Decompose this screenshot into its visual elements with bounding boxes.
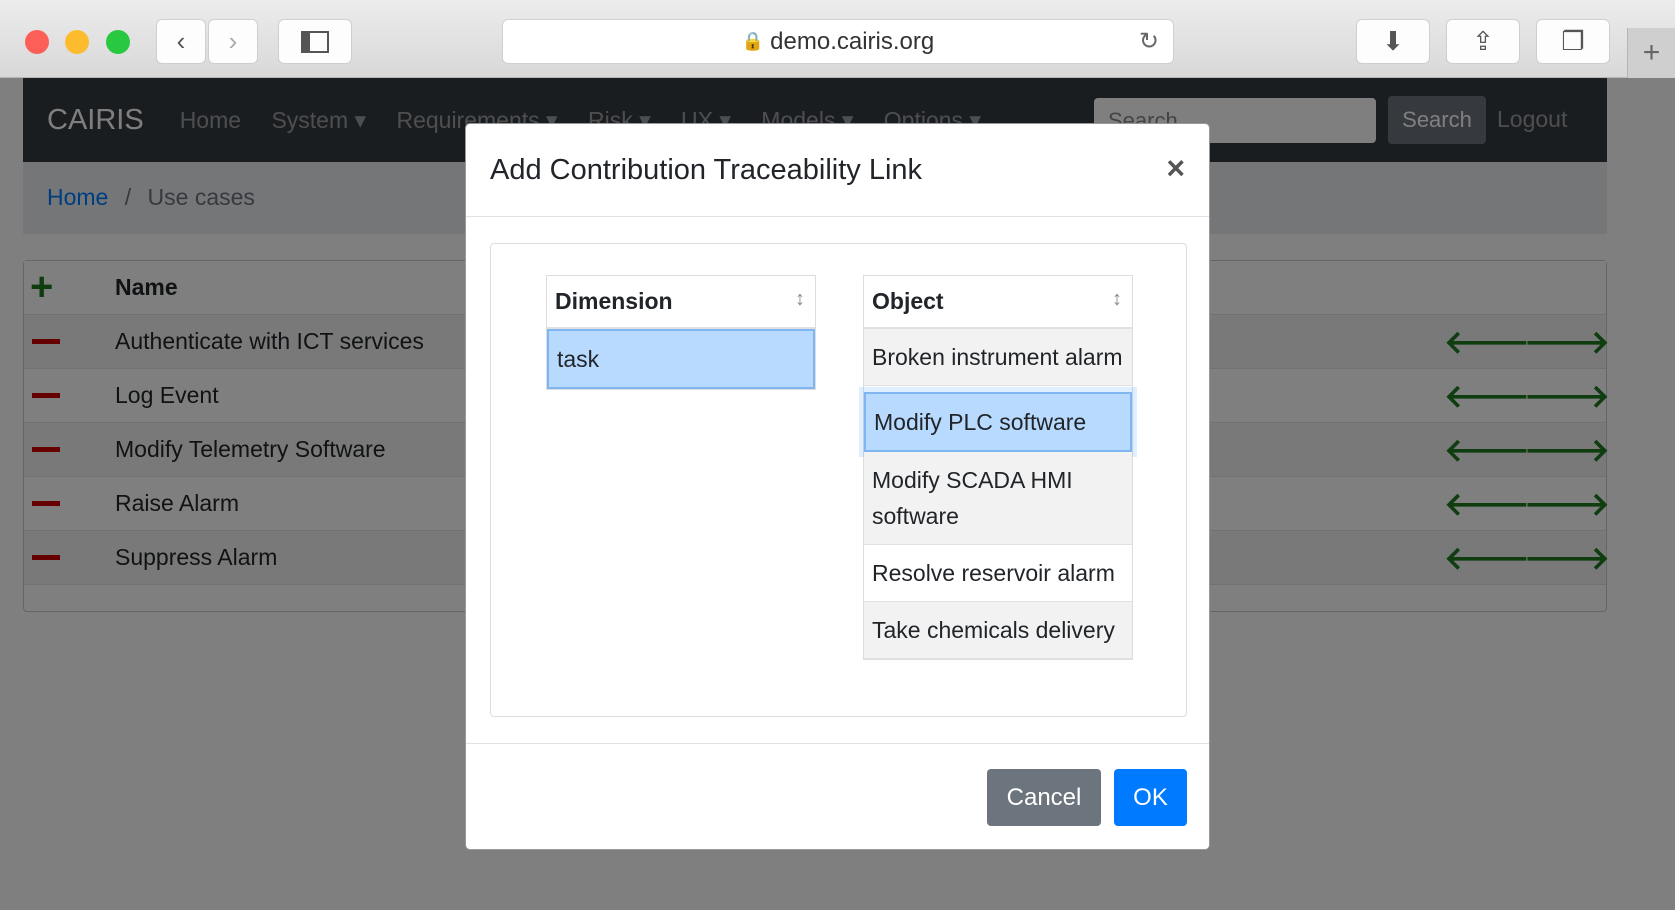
tabs-button[interactable]: ❐ [1536, 19, 1610, 64]
new-tab-button[interactable]: + [1627, 28, 1675, 78]
object-row-selected[interactable]: Modify PLC software [864, 392, 1132, 452]
maximize-window-button[interactable] [106, 30, 130, 54]
dimension-header[interactable]: Dimension ↕ [547, 276, 815, 329]
close-icon[interactable]: × [1166, 150, 1185, 187]
dimension-header-label: Dimension [555, 288, 673, 314]
minimize-window-button[interactable] [65, 30, 89, 54]
url-text: demo.cairis.org [770, 27, 935, 55]
lock-icon: 🔒 [741, 31, 765, 51]
download-icon: ⬇ [1382, 26, 1404, 56]
object-row[interactable]: Broken instrument alarm [864, 329, 1132, 386]
reload-icon: ↻ [1138, 28, 1159, 55]
object-table: Object ↕ Broken instrument alarm Modify P… [863, 275, 1133, 660]
back-button[interactable]: ‹ [156, 19, 206, 64]
chevron-left-icon: ‹ [176, 26, 186, 56]
object-row[interactable]: Take chemicals delivery [864, 602, 1132, 659]
modal-panel: Dimension ↕ task Object ↕ Broken instrumen… [490, 243, 1187, 717]
add-contribution-link-dialog: Add Contribution Traceability Link × Dim… [465, 123, 1210, 850]
browser-toolbar: ‹ › 🔒 demo.cairis.org ↻ ⬇ ⇪ ❐ + [0, 0, 1675, 78]
dimension-table: Dimension ↕ task [546, 275, 816, 390]
object-header-label: Object [872, 288, 944, 314]
dimension-row[interactable]: task [547, 329, 815, 389]
share-button[interactable]: ⇪ [1446, 19, 1520, 64]
modal-footer: Cancel OK [466, 743, 1209, 850]
object-row[interactable]: Resolve reservoir alarm [864, 545, 1132, 602]
object-header[interactable]: Object ↕ [864, 276, 1132, 329]
sort-icon[interactable]: ↕ [795, 288, 805, 311]
sidebar-icon [301, 30, 329, 53]
sort-icon[interactable]: ↕ [1112, 288, 1122, 311]
modal-title: Add Contribution Traceability Link [490, 154, 923, 186]
chevron-right-icon: › [228, 26, 238, 56]
sidebar-toggle-button[interactable] [278, 19, 352, 64]
modal-header: Add Contribution Traceability Link × [466, 124, 1209, 217]
address-bar[interactable]: 🔒 demo.cairis.org ↻ [502, 19, 1174, 64]
close-window-button[interactable] [25, 30, 49, 54]
ok-button[interactable]: OK [1114, 769, 1187, 826]
tabs-icon: ❐ [1561, 26, 1585, 56]
forward-button[interactable]: › [208, 19, 258, 64]
share-icon: ⇪ [1472, 26, 1494, 56]
object-row[interactable]: Modify SCADA HMI software [864, 452, 1132, 545]
cancel-button[interactable]: Cancel [987, 769, 1101, 826]
downloads-button[interactable]: ⬇ [1356, 19, 1430, 64]
